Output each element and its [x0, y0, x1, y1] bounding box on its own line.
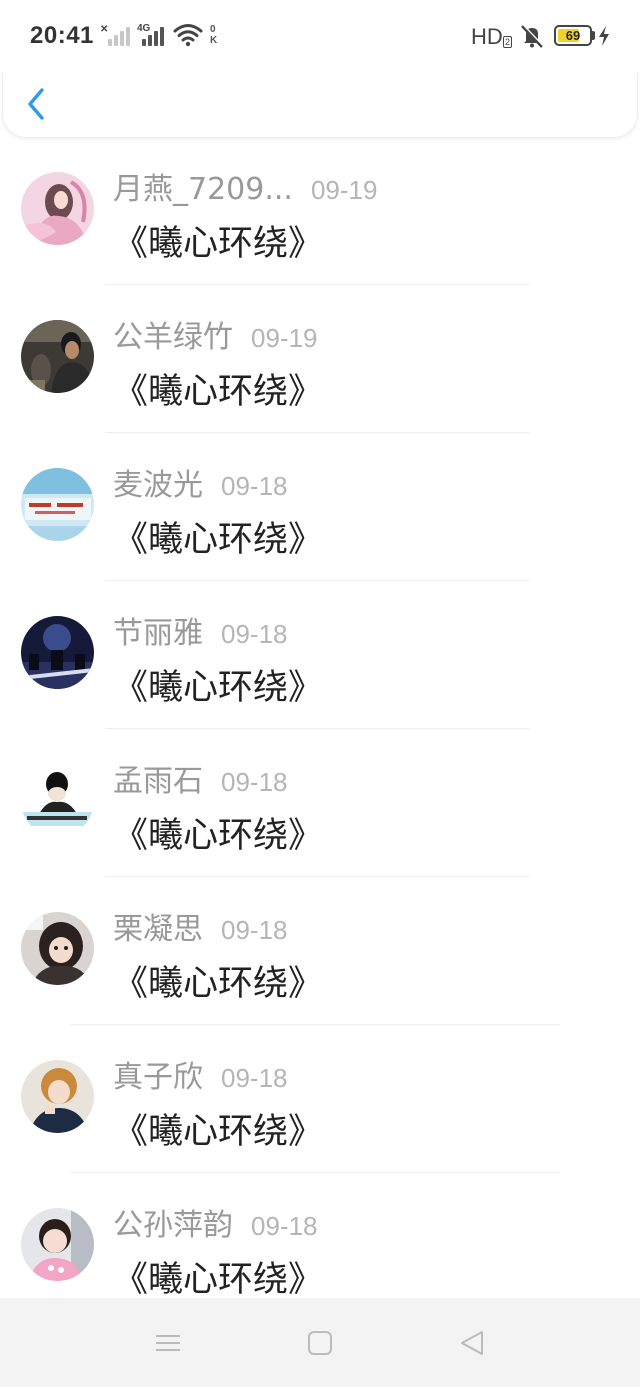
back-triangle-icon[interactable]: [457, 1328, 487, 1358]
comment-text: 《曦心环绕》: [113, 1112, 324, 1152]
comment-author[interactable]: 孟雨石: [113, 756, 203, 800]
comment-item[interactable]: 公孙萍韵 09-18 《曦心环绕》: [0, 1178, 640, 1298]
comment-date: 09-18: [221, 471, 288, 501]
mute-bell-icon: [521, 24, 544, 48]
divider: [105, 284, 530, 285]
comment-text: 《曦心环绕》: [113, 520, 324, 560]
comment-item[interactable]: 孟雨石 09-18 《曦心环绕》: [0, 734, 640, 882]
comment-author[interactable]: 公孙萍韵: [113, 1200, 233, 1244]
comment-text: 《曦心环绕》: [113, 1260, 324, 1298]
comment-author[interactable]: 节丽雅: [113, 608, 203, 652]
comment-item[interactable]: 栗凝思 09-18 《曦心环绕》: [0, 882, 640, 1030]
comment-item[interactable]: 节丽雅 09-18 《曦心环绕》: [0, 586, 640, 734]
comment-author[interactable]: 栗凝思: [113, 904, 203, 948]
comment-date: 09-18: [221, 619, 288, 649]
battery-cap: [592, 31, 595, 40]
top-app-bar: [2, 72, 638, 138]
comment-date: 09-18: [251, 1211, 318, 1241]
divider: [105, 432, 530, 433]
divider: [70, 1172, 560, 1173]
comment-text: 《曦心环绕》: [113, 964, 324, 1004]
avatar[interactable]: [21, 912, 94, 985]
avatar[interactable]: [21, 764, 94, 837]
avatar[interactable]: [21, 1060, 94, 1133]
status-bar: 20:41 ✕ 4G 0K HD 2 69: [0, 0, 640, 72]
avatar[interactable]: [21, 172, 94, 245]
comment-text: 《曦心环绕》: [113, 668, 324, 708]
back-button[interactable]: [21, 82, 55, 126]
menu-icon[interactable]: [153, 1328, 183, 1358]
comment-list[interactable]: 月燕_7209... 09-19 《曦心环绕》 公羊绿竹 09-19 《曦心环绕》: [0, 142, 640, 1298]
comment-text: 《曦心环绕》: [113, 372, 324, 412]
signal-strength-icon: [108, 26, 130, 46]
hd-label: HD: [471, 24, 503, 49]
data-speed-label: 0K: [210, 24, 218, 46]
system-navigation-bar: [0, 1298, 640, 1387]
charging-bolt-icon: [599, 26, 609, 46]
signal-strength-icon-2: [142, 26, 164, 46]
divider: [70, 1024, 560, 1025]
comment-date: 09-18: [221, 767, 288, 797]
comment-text: 《曦心环绕》: [113, 224, 324, 264]
battery-icon: 69: [554, 25, 592, 46]
comment-author[interactable]: 麦波光: [113, 460, 203, 504]
avatar[interactable]: [21, 616, 94, 689]
comment-author[interactable]: 月燕_7209...: [113, 164, 293, 208]
comment-author[interactable]: 公羊绿竹: [113, 312, 233, 356]
comment-date: 09-18: [221, 915, 288, 945]
divider: [105, 580, 530, 581]
avatar[interactable]: [21, 468, 94, 541]
comment-text: 《曦心环绕》: [113, 816, 324, 856]
status-time: 20:41: [30, 22, 94, 49]
comment-date: 09-19: [310, 175, 378, 205]
comment-date: 09-18: [221, 1063, 288, 1093]
divider: [105, 728, 530, 729]
comment-item[interactable]: 麦波光 09-18 《曦心环绕》: [0, 438, 640, 586]
chevron-left-icon: [28, 88, 44, 120]
comment-item[interactable]: 真子欣 09-18 《曦心环绕》: [0, 1030, 640, 1178]
comment-author[interactable]: 真子欣: [113, 1052, 203, 1096]
wifi-icon: [173, 24, 203, 47]
comment-item[interactable]: 月燕_7209... 09-19 《曦心环绕》: [0, 142, 640, 290]
divider: [105, 876, 530, 877]
hd-sub-label: 2: [503, 36, 513, 48]
avatar[interactable]: [21, 1208, 94, 1281]
comment-item[interactable]: 公羊绿竹 09-19 《曦心环绕》: [0, 290, 640, 438]
battery-level: 69: [565, 28, 581, 43]
comment-date: 09-19: [251, 323, 318, 353]
home-square-icon[interactable]: [305, 1328, 335, 1358]
avatar[interactable]: [21, 320, 94, 393]
